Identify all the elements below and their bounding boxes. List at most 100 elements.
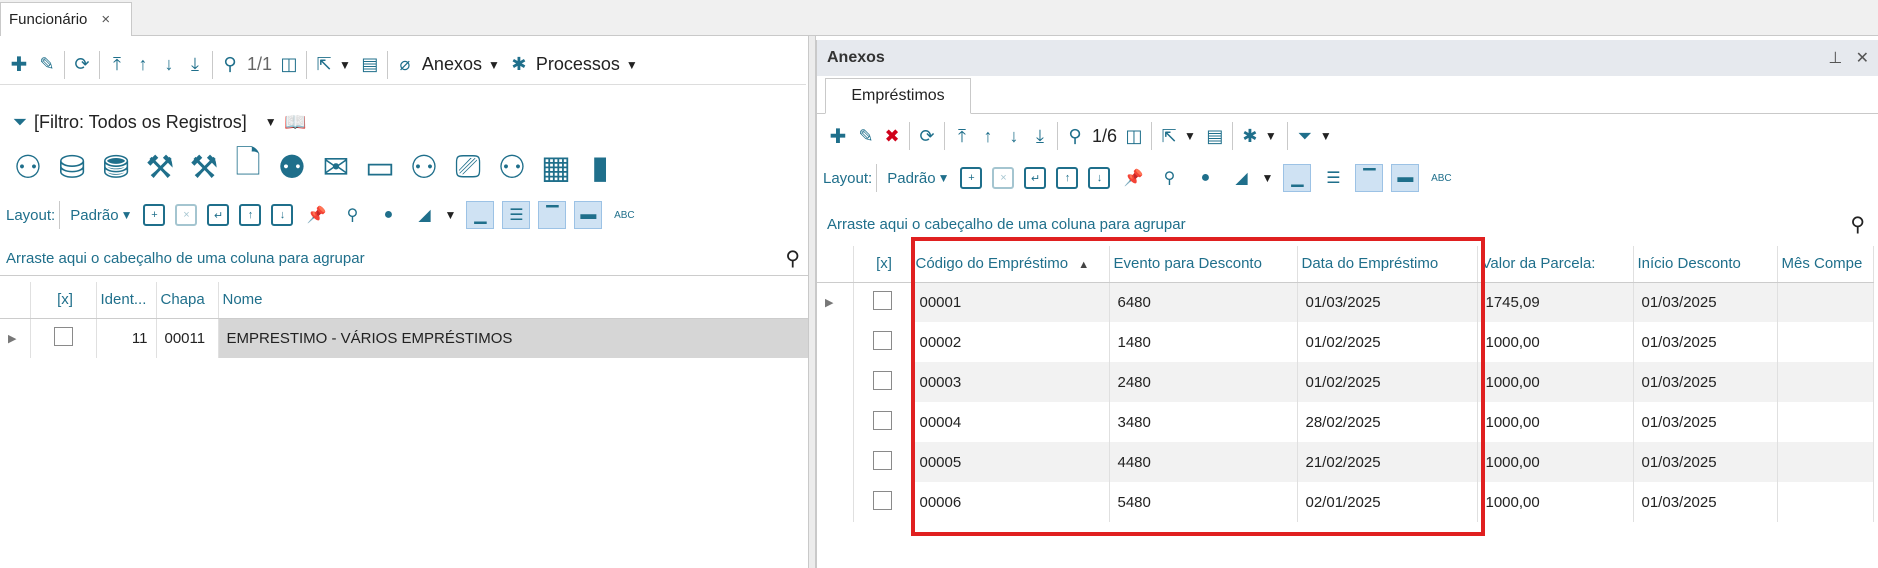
pane-splitter[interactable] (808, 36, 816, 568)
card-icon[interactable]: ▭ (358, 145, 402, 189)
user-delete-icon[interactable]: ⚉ (270, 145, 314, 189)
row-checkbox-cell[interactable] (853, 402, 912, 442)
refresh-icon[interactable]: ⟳ (69, 50, 95, 80)
delete-layout-icon[interactable]: × (992, 167, 1015, 189)
add-layout-icon[interactable]: + (143, 204, 166, 226)
upload-layout-icon[interactable]: ↑ (239, 204, 262, 226)
chevron-down-icon[interactable]: ▼ (626, 58, 638, 72)
tab-funcionario[interactable]: Funcionário × (0, 2, 132, 36)
refresh-icon[interactable]: ⟳ (914, 121, 940, 151)
export-icon[interactable]: ⇱ (1156, 121, 1182, 151)
row-checkbox-cell[interactable] (853, 442, 912, 482)
pin-icon[interactable]: 📌 (1120, 165, 1146, 191)
search-icon[interactable]: ⚲ (1062, 121, 1088, 151)
filter-icon[interactable]: ⏷ (1292, 121, 1318, 151)
edit-icon[interactable]: ✎ (34, 50, 60, 80)
calculator-icon[interactable]: ▦ (534, 145, 578, 189)
split-rows-icon[interactable]: ☰ (502, 201, 531, 229)
row-checkbox-cell[interactable] (853, 362, 912, 402)
row-checkbox[interactable] (872, 450, 892, 470)
footer-toggle-icon[interactable]: ▁ (466, 201, 495, 229)
users-transfer-icon[interactable]: ⚇ (402, 145, 446, 189)
spellcheck-icon[interactable]: ABC (1428, 165, 1454, 191)
gear-icon[interactable]: ✱ (1237, 121, 1263, 151)
chart-icon[interactable]: ◢ (1228, 165, 1254, 191)
add-layout-icon[interactable]: + (960, 167, 983, 189)
search-icon[interactable]: ⚲ (1850, 212, 1865, 237)
upload-layout-icon[interactable]: ↑ (1056, 167, 1079, 189)
search-icon[interactable]: ⚲ (217, 50, 243, 80)
download-layout-icon[interactable]: ↓ (271, 204, 294, 226)
edit-icon[interactable]: ✎ (853, 121, 879, 151)
filter-icon[interactable]: ⏷ (10, 107, 30, 137)
chevron-down-icon[interactable]: ▼ (938, 171, 950, 185)
book-icon[interactable]: 📖 (283, 107, 309, 137)
row-checkbox-cell[interactable] (853, 322, 912, 362)
row-checkbox-cell[interactable] (853, 282, 912, 322)
search-icon[interactable]: ⚲ (785, 246, 800, 271)
column-header-select[interactable]: [x] (30, 282, 97, 319)
chevron-down-icon[interactable]: ▼ (339, 58, 351, 72)
database-icon[interactable]: ⛁ (50, 145, 94, 189)
book-open-icon[interactable]: ▮ (578, 145, 622, 189)
document-search-icon[interactable]: 🗋 (226, 144, 270, 189)
group-panel-icon[interactable]: ▬ (1391, 164, 1420, 192)
anexos-menu-button[interactable]: Anexos (422, 54, 482, 75)
column-header-ident[interactable]: Ident... (96, 282, 157, 319)
split-rows-icon[interactable]: ☰ (1320, 165, 1346, 191)
color-icon[interactable]: ● (375, 202, 401, 228)
add-icon[interactable]: ✚ (823, 121, 853, 151)
chart-icon[interactable]: ◢ (411, 202, 437, 228)
row-checkbox[interactable] (872, 490, 892, 510)
document-icon[interactable]: ▤ (1202, 121, 1228, 151)
row-checkbox-cell[interactable] (853, 482, 912, 522)
columns-icon[interactable]: ◫ (1121, 121, 1147, 151)
layout-selector[interactable]: Padrão (70, 207, 118, 224)
table-row[interactable]: ▶ 11 00011 EMPRESTIMO - VÁRIOS EMPRÉSTIM… (0, 318, 811, 358)
column-header-chapa[interactable]: Chapa (156, 282, 219, 319)
row-checkbox[interactable] (872, 410, 892, 430)
column-header-inicio[interactable]: Início Desconto (1633, 246, 1778, 283)
rename-layout-icon[interactable]: ↵ (207, 204, 230, 226)
spellcheck-icon[interactable]: ABC (611, 202, 637, 228)
export-icon[interactable]: ⇱ (311, 50, 337, 80)
next-record-icon[interactable]: ↓ (156, 50, 182, 80)
previous-record-icon[interactable]: ↑ (975, 121, 1001, 151)
processos-menu-button[interactable]: Processos (536, 54, 620, 75)
color-icon[interactable]: ● (1192, 165, 1218, 191)
pin-alt-icon[interactable]: ⚲ (1156, 165, 1182, 191)
first-record-icon[interactable]: ⤒ (104, 50, 130, 80)
tools-icon[interactable]: ⚒ (182, 145, 226, 189)
footer-toggle-icon[interactable]: ▁ (1283, 164, 1312, 192)
columns-icon[interactable]: ◫ (276, 50, 302, 80)
chevron-down-icon[interactable]: ▼ (1265, 129, 1277, 143)
column-header-mes[interactable]: Mês Compe (1777, 246, 1874, 283)
last-record-icon[interactable]: ⤓ (1027, 121, 1053, 151)
pin-icon[interactable]: 📌 (303, 202, 329, 228)
delete-icon[interactable]: ✖ (879, 121, 905, 151)
row-checkbox[interactable] (872, 330, 892, 350)
column-header-select[interactable]: [x] (853, 246, 912, 283)
pin-icon[interactable]: ⊥ (1828, 50, 1842, 67)
first-record-icon[interactable]: ⤒ (949, 121, 975, 151)
last-record-icon[interactable]: ⤓ (182, 50, 208, 80)
chevron-down-icon[interactable]: ▼ (488, 58, 500, 72)
row-checkbox[interactable] (872, 370, 892, 390)
header-toggle-icon[interactable]: ▔ (1355, 164, 1384, 192)
rename-layout-icon[interactable]: ↵ (1024, 167, 1047, 189)
chevron-down-icon[interactable]: ▼ (1261, 171, 1273, 185)
user-settings-icon[interactable]: ⚇ (490, 145, 534, 189)
header-toggle-icon[interactable]: ▔ (538, 201, 567, 229)
layout-selector[interactable]: Padrão (887, 170, 935, 187)
chevron-down-icon[interactable]: ▼ (121, 208, 133, 222)
user-monitor-icon[interactable]: ⎚ (446, 145, 490, 189)
chevron-down-icon[interactable]: ▼ (1320, 129, 1332, 143)
document-icon[interactable]: ▤ (357, 50, 383, 80)
chevron-down-icon[interactable]: ▼ (444, 208, 456, 222)
tab-emprestimos[interactable]: Empréstimos (825, 78, 971, 114)
row-checkbox[interactable] (872, 290, 892, 310)
close-icon[interactable]: × (101, 11, 110, 28)
delete-layout-icon[interactable]: × (175, 204, 198, 226)
chevron-down-icon[interactable]: ▼ (265, 115, 277, 129)
add-icon[interactable]: ✚ (4, 50, 34, 80)
